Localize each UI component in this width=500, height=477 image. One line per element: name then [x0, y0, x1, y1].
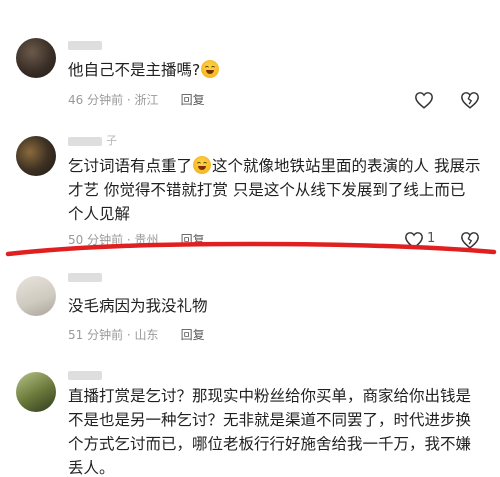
- comment-meta: 51 分钟前 · 山东 回复: [68, 327, 205, 343]
- comment-time: 50 分钟前: [68, 233, 124, 247]
- username[interactable]: [68, 270, 138, 284]
- meta-separator: ·: [123, 93, 135, 107]
- broken-heart-outline-icon: [461, 92, 479, 109]
- heart-outline-icon: [415, 92, 433, 109]
- reply-button[interactable]: 回复: [181, 93, 205, 107]
- username-redacted: [68, 136, 102, 146]
- dislike-button[interactable]: [459, 90, 481, 110]
- comment-location: 浙江: [134, 93, 159, 107]
- comment-text-part: 直播打赏是乞讨？那现实中粉丝给你买单，商家给你出钱是不是也是另一种乞讨？无非就是…: [68, 387, 472, 477]
- dislike-button[interactable]: [459, 230, 481, 250]
- avatar[interactable]: [16, 136, 56, 176]
- comment-location: 贵州: [134, 233, 159, 247]
- comment-meta: 46 分钟前 · 浙江 回复: [68, 92, 205, 108]
- username-redacted: [68, 370, 102, 380]
- comment-text-part: 乞讨词语有点重了: [68, 157, 193, 175]
- comment-time: 51 分钟前: [68, 328, 124, 342]
- laughing-tears-emoji-icon: [193, 156, 212, 174]
- comment-text-part: 他自己不是主播嗎?: [68, 61, 201, 79]
- laughing-tears-emoji-icon: [201, 60, 220, 78]
- comment-2: 子 乞讨词语有点重了 这个就像地铁站里面的表演的人 我展示才艺 你觉得不错就打赏 …: [0, 120, 500, 255]
- like-button[interactable]: [403, 230, 425, 250]
- comment-text: 没毛病因为我没礼物: [68, 294, 482, 318]
- like-count: 1: [427, 231, 436, 246]
- comment-1: 他自己不是主播嗎? 46 分钟前 · 浙江 回复: [0, 0, 500, 120]
- avatar[interactable]: [16, 38, 56, 78]
- comment-text: 直播打赏是乞讨？那现实中粉丝给你买单，商家给你出钱是不是也是另一种乞讨？无非就是…: [68, 384, 482, 477]
- username-redacted: [68, 272, 102, 282]
- meta-separator: ·: [123, 328, 135, 342]
- comment-4: 直播打赏是乞讨？那现实中粉丝给你买单，商家给你出钱是不是也是另一种乞讨？无非就是…: [0, 362, 500, 477]
- reply-button[interactable]: 回复: [181, 328, 205, 342]
- avatar[interactable]: [16, 372, 56, 412]
- heart-outline-icon: [405, 232, 423, 249]
- comment-text: 乞讨词语有点重了 这个就像地铁站里面的表演的人 我展示才艺 你觉得不错就打赏 只是…: [68, 154, 482, 226]
- like-button[interactable]: [413, 90, 435, 110]
- username-text: 子: [106, 134, 117, 147]
- comment-meta: 50 分钟前 · 贵州 回复: [68, 232, 205, 248]
- comment-location: 山东: [134, 328, 159, 342]
- username-redacted: [68, 40, 102, 50]
- comment-time: 46 分钟前: [68, 93, 124, 107]
- username[interactable]: [68, 368, 138, 382]
- username[interactable]: [68, 38, 138, 52]
- broken-heart-outline-icon: [461, 232, 479, 249]
- comment-text: 他自己不是主播嗎?: [68, 58, 482, 82]
- meta-separator: ·: [123, 233, 135, 247]
- avatar[interactable]: [16, 276, 56, 316]
- comment-3: 没毛病因为我没礼物 51 分钟前 · 山东 回复: [0, 262, 500, 362]
- comment-text-part: 没毛病因为我没礼物: [68, 297, 208, 315]
- username[interactable]: 子: [68, 134, 138, 148]
- reply-button[interactable]: 回复: [181, 233, 205, 247]
